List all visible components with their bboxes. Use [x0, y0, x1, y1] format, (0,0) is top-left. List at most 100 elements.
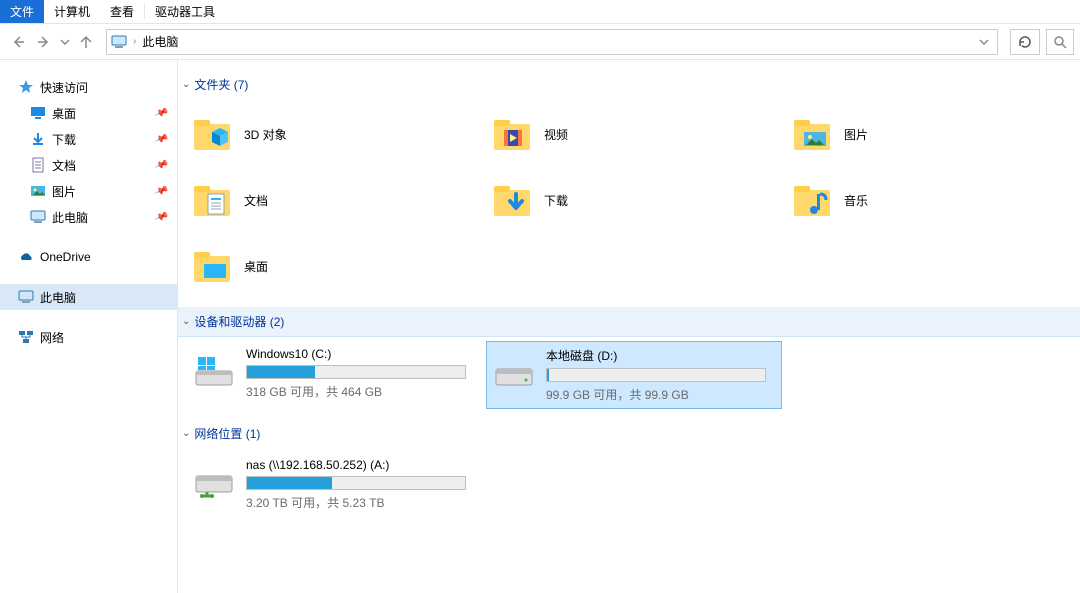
network-drive-icon [192, 462, 236, 502]
folder-label: 文档 [244, 192, 268, 209]
drive-usage-fill [247, 477, 332, 489]
arrow-up-icon [78, 34, 94, 50]
breadcrumb-location: 此电脑 [142, 33, 178, 50]
folders-grid: 3D 对象 视频 图片 文档 下载 音乐 [178, 99, 1064, 307]
sidebar-item-thispc-pinned[interactable]: 此电脑 📌 [0, 204, 177, 230]
folder-label: 3D 对象 [244, 126, 287, 143]
sidebar-item-quick-access[interactable]: 快速访问 [0, 74, 177, 100]
drive-d[interactable]: 本地磁盘 (D:) 99.9 GB 可用，共 99.9 GB [486, 341, 782, 409]
folder-desktop[interactable]: 桌面 [186, 235, 482, 297]
this-pc-icon [18, 289, 34, 305]
drive-subtitle: 99.9 GB 可用，共 99.9 GB [546, 386, 776, 403]
menu-view[interactable]: 查看 [100, 0, 144, 23]
drive-icon [492, 351, 536, 391]
nav-forward-button[interactable] [32, 30, 56, 54]
sidebar-label: 文档 [52, 157, 76, 174]
drive-usage-fill [247, 366, 315, 378]
pin-icon: 📌 [153, 158, 168, 173]
network-icon [18, 329, 34, 345]
folder-music[interactable]: 音乐 [786, 169, 1080, 231]
drive-usage-fill [547, 369, 549, 381]
group-header-netloc[interactable]: ⌄ 网络位置 (1) [178, 419, 1064, 448]
drive-c[interactable]: Windows10 (C:) 318 GB 可用，共 464 GB [186, 341, 482, 409]
menu-drive-tools-label: 驱动器工具 [155, 3, 215, 20]
nav-back-button[interactable] [6, 30, 30, 54]
address-bar[interactable]: › 此电脑 [106, 29, 998, 55]
chevron-down-icon: ⌄ [182, 316, 190, 327]
sidebar-label: 下载 [52, 131, 76, 148]
search-box[interactable] [1046, 29, 1074, 55]
pin-icon: 📌 [153, 210, 168, 225]
this-pc-icon [111, 34, 127, 50]
folder-downloads[interactable]: 下载 [486, 169, 782, 231]
chevron-down-icon: ⌄ [182, 428, 190, 439]
menu-view-label: 查看 [110, 3, 134, 20]
folder-label: 桌面 [244, 258, 268, 275]
folder-videos[interactable]: 视频 [486, 103, 782, 165]
menu-drive-tools[interactable]: 驱动器工具 [145, 0, 225, 23]
drive-title: nas (\\192.168.50.252) (A:) [246, 458, 476, 472]
pin-icon: 📌 [153, 132, 168, 147]
arrow-right-icon [36, 34, 52, 50]
drive-title: Windows10 (C:) [246, 347, 476, 361]
menu-file[interactable]: 文件 [0, 0, 44, 23]
folder-downloads-icon [490, 178, 534, 222]
folder-label: 下载 [544, 192, 568, 209]
nav-up-button[interactable] [74, 30, 98, 54]
desktop-icon [30, 105, 46, 121]
sidebar-item-documents[interactable]: 文档 📌 [0, 152, 177, 178]
group-header-drives[interactable]: ⌄ 设备和驱动器 (2) [178, 307, 1080, 337]
sidebar-label: 此电脑 [52, 209, 88, 226]
drive-title: 本地磁盘 (D:) [546, 347, 776, 364]
menu-file-label: 文件 [10, 3, 34, 20]
chevron-down-icon [60, 37, 70, 47]
folder-documents[interactable]: 文档 [186, 169, 482, 231]
pictures-icon [30, 183, 46, 199]
folder-desktop-icon [190, 244, 234, 288]
group-header-folders[interactable]: ⌄ 文件夹 (7) [178, 70, 1064, 99]
sidebar-label: OneDrive [40, 250, 91, 264]
sidebar-item-pictures[interactable]: 图片 📌 [0, 178, 177, 204]
chevron-down-icon [979, 37, 989, 47]
folder-music-icon [790, 178, 834, 222]
address-dropdown-button[interactable] [975, 37, 993, 47]
folder-pictures[interactable]: 图片 [786, 103, 1080, 165]
sidebar-item-desktop[interactable]: 桌面 📌 [0, 100, 177, 126]
nav-recent-button[interactable] [58, 30, 72, 54]
drive-usage-bar [246, 365, 466, 379]
menu-bar: 文件 计算机 查看 驱动器工具 [0, 0, 1080, 24]
group-label: 网络位置 (1) [194, 425, 260, 442]
this-pc-icon [30, 209, 46, 225]
folder-videos-icon [490, 112, 534, 156]
group-label: 文件夹 (7) [194, 76, 248, 93]
download-icon [30, 131, 46, 147]
sidebar-item-network[interactable]: 网络 [0, 324, 177, 350]
breadcrumb-caret-icon: › [133, 36, 136, 47]
folder-3d-objects[interactable]: 3D 对象 [186, 103, 482, 165]
drive-usage-bar [246, 476, 466, 490]
drives-grid: Windows10 (C:) 318 GB 可用，共 464 GB 本地磁盘 (… [178, 337, 1064, 419]
menu-computer[interactable]: 计算机 [44, 0, 100, 23]
star-icon [18, 79, 34, 95]
onedrive-icon [18, 249, 34, 265]
arrow-left-icon [10, 34, 26, 50]
search-icon [1053, 35, 1067, 49]
folder-label: 图片 [844, 126, 868, 143]
drive-subtitle: 3.20 TB 可用，共 5.23 TB [246, 494, 476, 511]
folder-pictures-icon [790, 112, 834, 156]
sidebar-item-downloads[interactable]: 下载 📌 [0, 126, 177, 152]
sidebar-item-onedrive[interactable]: OneDrive [0, 244, 177, 270]
network-drive-a[interactable]: nas (\\192.168.50.252) (A:) 3.20 TB 可用，共… [186, 452, 482, 517]
refresh-button[interactable] [1010, 29, 1040, 55]
document-icon [30, 157, 46, 173]
sidebar: 快速访问 桌面 📌 下载 📌 文档 📌 图片 📌 此电脑 📌 [0, 60, 178, 593]
drive-usage-bar [546, 368, 766, 382]
folder-label: 视频 [544, 126, 568, 143]
group-label: 设备和驱动器 (2) [194, 313, 284, 330]
pin-icon: 📌 [153, 106, 168, 121]
refresh-icon [1017, 34, 1033, 50]
sidebar-label: 快速访问 [40, 79, 88, 96]
sidebar-item-this-pc[interactable]: 此电脑 [0, 284, 177, 310]
drive-os-icon [192, 351, 236, 391]
folder-documents-icon [190, 178, 234, 222]
